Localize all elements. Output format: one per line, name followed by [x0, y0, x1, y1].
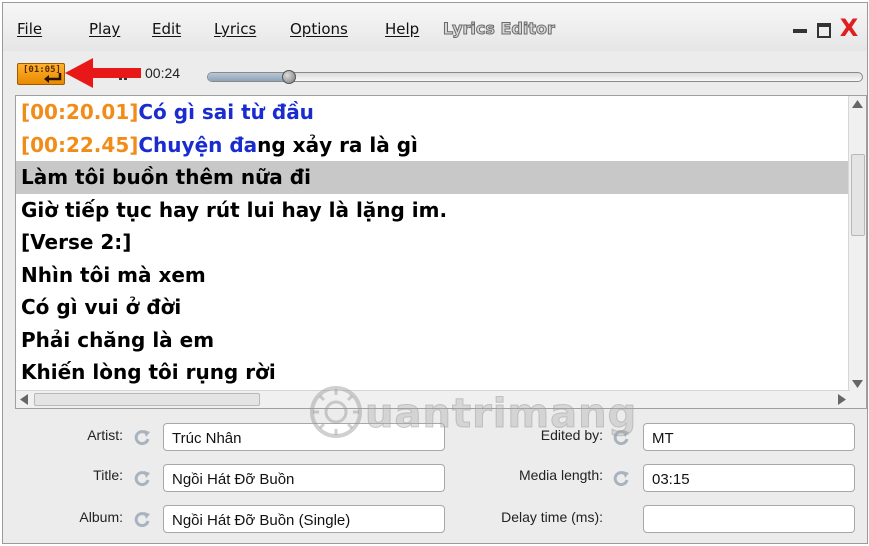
close-button[interactable]: X — [839, 14, 859, 42]
seek-slider-thumb[interactable] — [281, 70, 296, 84]
scroll-right-icon[interactable] — [838, 394, 846, 405]
menu-play[interactable]: Play — [89, 20, 120, 38]
lyric-line[interactable]: [00:22.45]Chuyện đang xảy ra là gì — [16, 129, 850, 162]
lyric-line[interactable]: Giờ tiếp tục hay rút lui hay là lặng im. — [16, 194, 850, 227]
lyric-line[interactable]: Phải chăng là em — [16, 324, 850, 357]
enter-icon — [44, 73, 62, 83]
edited-by-field[interactable]: MT — [643, 423, 855, 451]
lyric-line[interactable]: Làm tôi buồn thêm nữa đi — [16, 161, 850, 194]
media-length-field[interactable]: 03:15 — [643, 464, 855, 492]
menu-bar: File Play Edit Lyrics Options Help Lyric… — [3, 3, 867, 51]
line-text: ng xảy ra là gì — [257, 132, 418, 157]
line-text: Nhìn tôi mà xem — [21, 262, 206, 287]
annotation-arrow — [65, 58, 141, 88]
line-text: Làm tôi buồn thêm nữa đi — [21, 165, 311, 189]
vertical-scroll-thumb[interactable] — [851, 154, 865, 236]
artist-label: Artist: — [87, 427, 123, 443]
artist-field[interactable]: Trúc Nhân — [163, 423, 445, 451]
delay-time-field[interactable] — [643, 505, 855, 533]
scroll-corner — [849, 391, 866, 408]
maximize-icon — [817, 23, 831, 38]
line-timestamp: [00:22.45] — [21, 132, 139, 157]
lyrics-editor-window: File Play Edit Lyrics Options Help Lyric… — [2, 2, 868, 544]
menu-edit[interactable]: Edit — [152, 20, 181, 38]
line-timestamp: [00:20.01] — [21, 100, 139, 124]
sync-icon[interactable] — [612, 428, 630, 446]
seek-slider[interactable] — [207, 70, 863, 84]
elapsed-time: 00:24 — [145, 65, 181, 81]
sync-icon[interactable] — [133, 510, 151, 528]
timed-text: Chuyện đa — [138, 132, 258, 157]
menu-lyrics[interactable]: Lyrics — [214, 20, 256, 38]
player-bar: [01:05] 00:24 — [3, 53, 867, 93]
line-text: [Verse 2:] — [21, 230, 132, 254]
menu-help[interactable]: Help — [385, 20, 419, 38]
lyrics-list[interactable]: [00:20.01]Có gì sai từ đầu [00:22.45]Chu… — [16, 96, 850, 392]
delay-time-label: Delay time (ms): — [501, 509, 603, 525]
line-text: Phải chăng là em — [21, 327, 215, 352]
sync-icon[interactable] — [133, 428, 151, 446]
horizontal-scroll-thumb[interactable] — [34, 393, 260, 406]
lyric-line[interactable]: Nhìn tôi mà xem — [16, 259, 850, 292]
scroll-up-icon[interactable] — [852, 100, 863, 108]
menu-file[interactable]: File — [17, 20, 42, 38]
lyric-line[interactable]: [Verse 2:] — [16, 226, 850, 259]
edited-by-label: Edited by: — [540, 427, 603, 443]
album-field[interactable]: Ngồi Hát Đỡ Buồn (Single) — [163, 505, 445, 533]
timed-text: Có gì sai từ đầu — [138, 100, 314, 124]
lyric-line[interactable]: [00:20.01]Có gì sai từ đầu — [16, 96, 850, 129]
line-text: Khiến lòng tôi rụng rời — [21, 360, 276, 384]
minimize-button[interactable] — [791, 17, 811, 39]
seek-progress-fill — [208, 73, 289, 81]
insert-timestamp-button[interactable]: [01:05] — [17, 63, 65, 85]
sync-icon[interactable] — [612, 469, 630, 487]
vertical-scrollbar[interactable] — [848, 96, 866, 392]
line-text: Giờ tiếp tục hay rút lui hay là lặng im. — [21, 197, 448, 222]
title-label: Title: — [93, 467, 123, 483]
scroll-down-icon[interactable] — [852, 380, 863, 388]
sync-icon[interactable] — [133, 469, 151, 487]
maximize-button[interactable] — [815, 17, 835, 39]
menu-options[interactable]: Options — [290, 20, 348, 38]
horizontal-scrollbar[interactable] — [16, 390, 850, 408]
lyric-line[interactable]: Có gì vui ở đời — [16, 291, 850, 324]
album-label: Album: — [79, 509, 123, 525]
app-title: Lyrics Editor — [443, 19, 556, 39]
title-field[interactable]: Ngồi Hát Đỡ Buồn — [163, 464, 445, 492]
lyric-line[interactable]: Khiến lòng tôi rụng rời — [16, 356, 850, 389]
minimize-icon — [793, 29, 807, 33]
line-text: Có gì vui ở đời — [21, 295, 182, 319]
media-length-label: Media length: — [518, 467, 603, 483]
scroll-left-icon[interactable] — [20, 394, 28, 405]
lyrics-editor-panel[interactable]: [00:20.01]Có gì sai từ đầu [00:22.45]Chu… — [15, 95, 867, 409]
close-icon: X — [839, 14, 859, 42]
